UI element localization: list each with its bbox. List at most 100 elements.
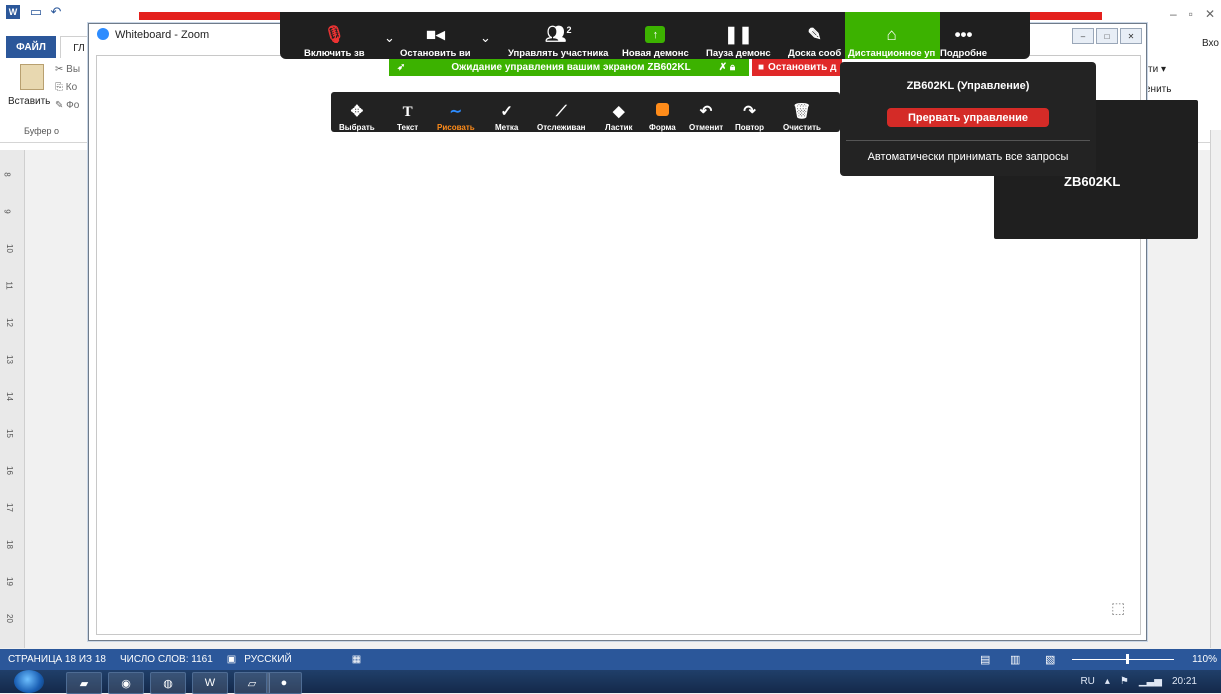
wand-icon: ⟋ (555, 103, 567, 120)
video-button[interactable]: ■◂ Остановить ви (400, 12, 471, 63)
color-swatch-icon (655, 103, 669, 121)
annotation-toolbar: ✥ Выбрать T Текст ∼ Рисовать ✓ Метка ⟋ Отслеж… (331, 92, 840, 132)
undo-icon[interactable]: ↶ (48, 4, 64, 20)
eraser-label: Ластик (605, 123, 633, 132)
stop-remote-control-button[interactable]: Прервать управление (887, 108, 1049, 127)
checkmark-icon: ✓ (500, 103, 513, 120)
close-icon[interactable]: ✕ (1120, 28, 1142, 44)
format-painter-button[interactable]: ✎ Фо (55, 100, 79, 111)
stamp-label: Метка (495, 123, 519, 132)
remote-control-label: Дистанционное уп (848, 48, 936, 59)
select-tool[interactable]: ✥ Выбрать (339, 92, 375, 136)
eraser-icon: ◆ (613, 103, 625, 120)
ruler-number: 18 (4, 540, 14, 549)
word-scrollbar[interactable] (1210, 130, 1221, 648)
new-page-icon[interactable]: ⬚ (1111, 599, 1125, 617)
stop-share-button[interactable]: ■ Остановить д (752, 59, 842, 76)
minimize-icon[interactable]: – (1072, 28, 1094, 44)
copy-button[interactable]: ⎘ Ко (55, 82, 77, 93)
print-layout-icon[interactable]: ▥ (1010, 653, 1020, 666)
brush-icon: ✎ (55, 100, 67, 111)
pause-share-label: Пауза демонс (706, 48, 771, 59)
ruler-number: 8 (2, 172, 12, 177)
redo-tool[interactable]: ↷ Повтор (735, 92, 764, 136)
share-border (1030, 12, 1102, 20)
wave-icon: ∼ (449, 103, 463, 120)
word-status-bar: СТРАНИЦА 18 ИЗ 18 ЧИСЛО СЛОВ: 1161 ▣ РУС… (0, 649, 1221, 670)
ruler-number: 16 (4, 466, 14, 475)
page-indicator[interactable]: СТРАНИЦА 18 ИЗ 18 (8, 654, 106, 665)
whiteboard-button[interactable]: ✎ Доска сооб (788, 12, 841, 63)
restore-icon[interactable]: ▫ (1189, 7, 1193, 21)
ruler-number: 19 (4, 577, 14, 586)
word-count[interactable]: ЧИСЛО СЛОВ: 1161 (120, 654, 213, 665)
tab-file[interactable]: ФАЙЛ (6, 36, 56, 58)
format-tool[interactable]: Форма (649, 92, 676, 136)
zoom-meeting-toolbar: 🎙︎ Включить зв ⌄ ■◂ Остановить ви ⌄ 👥︎2 … (280, 12, 1030, 59)
zoom-slider[interactable] (1072, 659, 1174, 660)
zoom-taskbar-icon[interactable]: ● (266, 672, 302, 694)
explorer-taskbar-icon[interactable]: ▰ (66, 672, 102, 694)
ruler-number: 13 (4, 355, 14, 364)
proofing-icon[interactable]: ▣ (227, 654, 236, 665)
zoom-logo-icon (97, 28, 109, 40)
zoom-level[interactable]: 110% (1192, 654, 1217, 665)
more-icon: ••• (954, 25, 973, 44)
chevron-down-icon[interactable]: ⌄ (384, 30, 395, 46)
more-button[interactable]: ••• Подробне (940, 12, 987, 63)
auto-accept-option[interactable]: Автоматически принимать все запросы (840, 151, 1096, 163)
pause-share-button[interactable]: ❚❚ Пауза демонс (706, 12, 771, 63)
macro-icon[interactable]: ▦ (352, 654, 361, 665)
start-button[interactable] (14, 670, 44, 693)
maximize-icon[interactable]: □ (1096, 28, 1118, 44)
zoom-slider-handle[interactable] (1126, 654, 1129, 664)
eraser-tool[interactable]: ◆ Ластик (605, 92, 633, 136)
save-icon[interactable]: ▭ (28, 4, 44, 20)
paste-icon[interactable] (20, 64, 44, 90)
browser-taskbar-icon[interactable]: ◉ (108, 672, 144, 694)
remote-control-button[interactable]: ⌂ Дистанционное уп (848, 12, 935, 63)
whiteboard-label: Доска сооб (788, 48, 842, 59)
tray-arrow-icon[interactable]: ▴ (1105, 676, 1110, 687)
undo-label: Отменит (689, 123, 724, 132)
ribbon-right-item[interactable]: ти ▾ (1148, 64, 1166, 75)
divider (846, 140, 1090, 141)
redo-label: Повтор (735, 123, 765, 132)
chevron-down-icon[interactable]: ⌄ (480, 30, 491, 46)
read-mode-icon[interactable]: ▤ (980, 653, 990, 666)
spotlight-tool[interactable]: ⟋ Отслеживан (537, 92, 586, 136)
clear-tool[interactable]: 🗑︎ Очистить (783, 92, 821, 136)
paste-button[interactable]: Вставить (8, 96, 50, 107)
cut-button[interactable]: ✂ Вы (55, 64, 80, 75)
language-indicator[interactable]: РУССКИЙ (244, 654, 291, 665)
draw-tool[interactable]: ∼ Рисовать (437, 92, 475, 136)
word-app-icon[interactable]: W (6, 5, 20, 19)
close-icon[interactable]: ✕ (1205, 7, 1215, 21)
minimize-icon[interactable]: – (1170, 7, 1177, 21)
vertical-ruler: 8 9 10 11 12 13 14 15 16 17 18 19 20 (0, 150, 25, 648)
participants-count: 2 (566, 25, 572, 36)
ribbon-right-item-2[interactable]: енить (1145, 84, 1171, 95)
chrome-taskbar-icon[interactable]: ◍ (150, 672, 186, 694)
participants-button[interactable]: 👥︎2 Управлять участника (508, 12, 608, 63)
share-border (139, 12, 281, 20)
undo-tool[interactable]: ↶ Отменит (689, 92, 723, 136)
flag-icon[interactable]: ⚑ (1120, 676, 1129, 687)
text-tool[interactable]: T Текст (397, 92, 418, 136)
folder-taskbar-icon[interactable]: ▱ (234, 672, 270, 694)
clipboard-group-label: Буфер о (24, 126, 60, 136)
mute-button[interactable]: 🎙︎ Включить зв (304, 12, 365, 63)
clock[interactable]: 20:21 (1172, 676, 1197, 687)
language-tray[interactable]: RU (1080, 676, 1094, 687)
new-share-button[interactable]: ↑ Новая демонс (622, 12, 689, 63)
format-label: Форма (649, 123, 676, 132)
move-icon: ✥ (350, 103, 364, 120)
word-taskbar-icon[interactable]: W (192, 672, 228, 694)
mute-label: Включить зв (304, 48, 365, 59)
video-label: Остановить ви (400, 48, 471, 59)
web-layout-icon[interactable]: ▧ (1045, 653, 1055, 666)
account-signin[interactable]: Вхо (1202, 38, 1219, 49)
stamp-tool[interactable]: ✓ Метка (495, 92, 518, 136)
participants-icon: 👥︎2 (544, 25, 572, 44)
network-icon[interactable]: ▁▃▅ (1139, 676, 1162, 687)
